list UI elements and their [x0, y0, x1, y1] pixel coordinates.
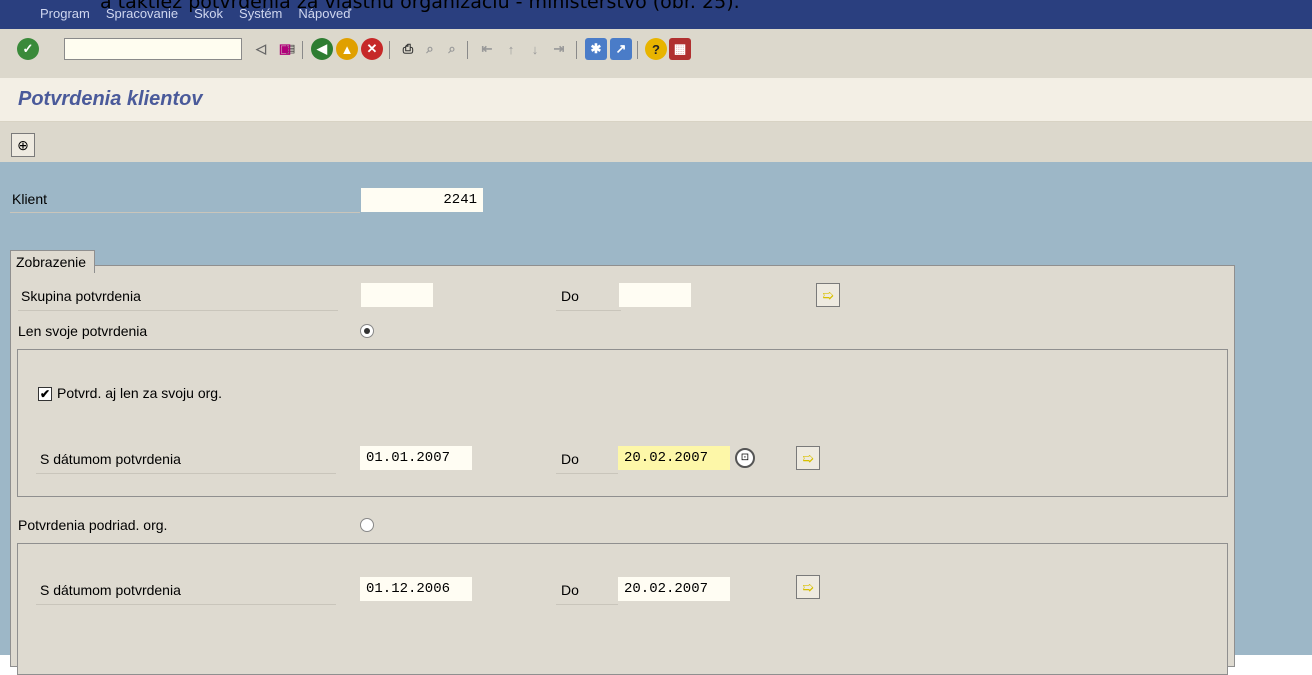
first-page-icon[interactable]: ⇤ — [476, 38, 498, 60]
skupina-from-field[interactable] — [361, 283, 433, 307]
label-underline — [556, 604, 618, 605]
datum1-to-field[interactable]: 20.02.2007 — [618, 446, 730, 470]
len-svoje-radio[interactable] — [360, 324, 374, 338]
own-org-checkbox[interactable]: ✔ — [38, 387, 52, 401]
datum2-label: S dátumom potvrdenia — [40, 582, 181, 598]
len-svoje-label: Len svoje potvrdenia — [18, 323, 148, 339]
standard-toolbar: ✓ ▤ ◁ ▣ ◀ ▲ ✕ ⎙ ⌕ ⌕ ⇤ ↑ ↓ ⇥ ✱ ↗ ? ▦ — [0, 29, 1312, 79]
multiple-selection-icon[interactable]: ➯ — [796, 575, 820, 599]
separator — [302, 41, 303, 59]
print-icon[interactable]: ⎙ — [397, 38, 419, 60]
podriad-radio[interactable] — [360, 518, 374, 532]
menu-spracovanie[interactable]: Spracovanie — [106, 6, 178, 21]
multiple-selection-icon[interactable]: ➯ — [796, 446, 820, 470]
skupina-do-label: Do — [561, 288, 579, 304]
skupina-label: Skupina potvrdenia — [21, 288, 141, 304]
label-underline — [556, 473, 618, 474]
datum1-do-label: Do — [561, 451, 579, 467]
label-underline — [18, 310, 338, 311]
datum2-do-label: Do — [561, 582, 579, 598]
save-icon[interactable]: ▣ — [274, 38, 296, 60]
podriad-label: Potvrdenia podriad. org. — [18, 517, 168, 533]
shortcut-icon[interactable]: ↗ — [610, 38, 632, 60]
separator — [467, 41, 468, 59]
skupina-to-field[interactable] — [619, 283, 691, 307]
command-field[interactable]: ▤ — [64, 38, 295, 60]
menu-items: Program Spracovanie Skok Systém Nápoveď — [40, 6, 351, 21]
cancel-icon[interactable]: ✕ — [361, 38, 383, 60]
find-next-icon[interactable]: ⌕ — [441, 38, 463, 60]
datum1-label: S dátumom potvrdenia — [40, 451, 181, 467]
next-page-icon[interactable]: ↓ — [524, 38, 546, 60]
exit-icon[interactable]: ▲ — [336, 38, 358, 60]
datum1-from-field[interactable]: 01.01.2007 — [360, 446, 472, 470]
back-icon[interactable]: ◀ — [311, 38, 333, 60]
separator — [389, 41, 390, 59]
datum2-from-field[interactable]: 01.12.2006 — [360, 577, 472, 601]
label-underline — [36, 604, 336, 605]
klient-field[interactable]: 2241 — [361, 188, 483, 212]
label-underline — [36, 473, 336, 474]
label-underline — [10, 212, 360, 213]
find-icon[interactable]: ⌕ — [419, 38, 441, 60]
main-area: Klient 2241 Skupina potvrdenia Do ➯ Len … — [0, 162, 1312, 675]
zobrazenie-group: Skupina potvrdenia Do ➯ Len svoje potvrd… — [10, 265, 1235, 675]
last-page-icon[interactable]: ⇥ — [548, 38, 570, 60]
menu-napoveda[interactable]: Nápoveď — [298, 6, 351, 21]
klient-label: Klient — [12, 191, 48, 207]
collapse-icon[interactable]: ◁ — [250, 38, 272, 60]
multiple-selection-icon[interactable]: ➯ — [816, 283, 840, 307]
layout-icon[interactable]: ▦ — [669, 38, 691, 60]
enter-icon[interactable]: ✓ — [17, 38, 39, 60]
zobrazenie-tab: Zobrazenie — [10, 250, 96, 273]
own-org-box: ✔ Potvrd. aj len za svoju org. S dátumom… — [17, 349, 1228, 497]
label-underline — [556, 310, 621, 311]
help-icon[interactable]: ? — [645, 38, 667, 60]
title-bar: Potvrdenia klientov — [0, 78, 1312, 122]
datum2-to-field[interactable]: 20.02.2007 — [618, 577, 730, 601]
execute-icon[interactable]: ⊕ — [11, 133, 35, 157]
menu-system[interactable]: Systém — [239, 6, 282, 21]
new-session-icon[interactable]: ✱ — [585, 38, 607, 60]
application-toolbar: ⊕ — [0, 122, 1312, 162]
page-title: Potvrdenia klientov — [18, 88, 203, 110]
separator — [576, 41, 577, 59]
menu-program[interactable]: Program — [40, 6, 90, 21]
menu-skok[interactable]: Skok — [194, 6, 223, 21]
own-org-checkbox-label: Potvrd. aj len za svoju org. — [57, 385, 222, 401]
separator — [637, 41, 638, 59]
prev-page-icon[interactable]: ↑ — [500, 38, 522, 60]
subordinate-org-box: S dátumom potvrdenia 01.12.2006 Do 20.02… — [17, 543, 1228, 675]
calendar-icon[interactable]: ⊡ — [735, 448, 755, 468]
